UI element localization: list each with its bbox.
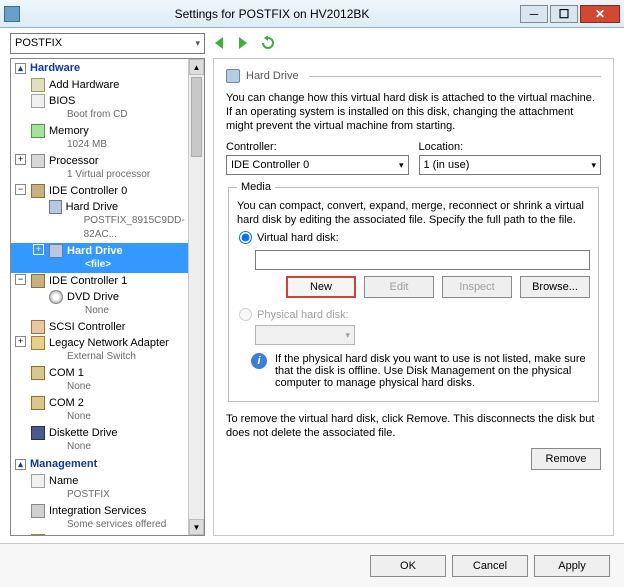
window-title: Settings for POSTFIX on HV2012BK (26, 7, 518, 21)
dialog-footer: OK Cancel Apply (0, 543, 624, 587)
radio-phys-input (239, 308, 252, 321)
tree-item-ide1[interactable]: −IDE Controller 1 (11, 273, 204, 289)
chevron-down-icon: ▾ (591, 160, 596, 171)
ok-button[interactable]: OK (370, 555, 446, 577)
tree-item-harddrive-1[interactable]: Hard DrivePOSTFIX_8915C9DD-82AC... (11, 199, 204, 243)
add-hardware-icon (31, 78, 45, 92)
category-hardware[interactable]: ▴Hardware (11, 59, 204, 77)
panel-title: Hard Drive (246, 70, 299, 82)
nav-forward-button[interactable] (235, 34, 253, 52)
tree-item-scsi[interactable]: SCSI Controller (11, 319, 204, 335)
remove-description: To remove the virtual hard disk, click R… (226, 412, 601, 440)
tree-item-name[interactable]: NamePOSTFIX (11, 473, 204, 503)
category-management[interactable]: ▴Management (11, 455, 204, 473)
dvd-icon (49, 290, 63, 304)
apply-button[interactable]: Apply (534, 555, 610, 577)
harddrive-icon (49, 200, 62, 214)
bios-icon (31, 94, 45, 108)
scsi-icon (31, 320, 45, 334)
ide-icon (31, 274, 45, 288)
scroll-up-button[interactable]: ▲ (189, 59, 204, 75)
vhd-path-input[interactable] (255, 250, 590, 270)
processor-icon (31, 154, 45, 168)
memory-icon (31, 124, 45, 138)
location-combo[interactable]: 1 (in use)▾ (419, 155, 602, 175)
tree-item-ide0[interactable]: −IDE Controller 0 (11, 183, 204, 199)
com-icon (31, 366, 45, 380)
physical-disk-combo: ▾ (255, 325, 355, 345)
titlebar: Settings for POSTFIX on HV2012BK ─ ☐ ✕ (0, 0, 624, 28)
tree-item-com2[interactable]: COM 2None (11, 395, 204, 425)
tree-item-bios[interactable]: BIOSBoot from CD (11, 93, 204, 123)
scroll-down-button[interactable]: ▼ (189, 519, 204, 535)
location-label: Location: (419, 141, 602, 153)
tree-item-dvd[interactable]: DVD DriveNone (11, 289, 204, 319)
physical-disk-info: i If the physical hard disk you want to … (251, 353, 590, 389)
folder-icon (31, 534, 45, 535)
controller-label: Controller: (226, 141, 409, 153)
tree-item-add-hardware[interactable]: Add Hardware (11, 77, 204, 93)
close-button[interactable]: ✕ (580, 5, 620, 23)
browse-button[interactable]: Browse... (520, 276, 590, 298)
radio-vhd-input[interactable] (239, 231, 252, 244)
info-text: If the physical hard disk you want to us… (275, 353, 590, 389)
diskette-icon (31, 426, 45, 440)
expand-icon[interactable]: + (33, 244, 44, 255)
app-icon (4, 6, 20, 22)
collapse-icon[interactable]: − (15, 274, 26, 285)
tree-item-com1[interactable]: COM 1None (11, 365, 204, 395)
edit-button: Edit (364, 276, 434, 298)
chevron-down-icon: ▾ (195, 38, 200, 49)
media-description: You can compact, convert, expand, merge,… (237, 199, 590, 227)
radio-phys-label: Physical hard disk: (257, 309, 349, 321)
services-icon (31, 504, 45, 518)
remove-button[interactable]: Remove (531, 448, 601, 470)
radio-physical-disk: Physical hard disk: (239, 308, 590, 321)
network-icon (31, 336, 45, 350)
inspect-button: Inspect (442, 276, 512, 298)
scroll-thumb[interactable] (191, 77, 202, 157)
harddrive-icon (49, 244, 63, 258)
tree-item-harddrive-2[interactable]: +Hard Drive<file> (11, 243, 204, 273)
top-toolbar: POSTFIX ▾ (0, 28, 624, 58)
new-button[interactable]: New (286, 276, 356, 298)
collapse-icon: ▴ (15, 459, 26, 470)
info-icon: i (251, 353, 267, 369)
media-legend: Media (237, 181, 275, 193)
tree-scrollbar[interactable]: ▲ ▼ (188, 59, 204, 535)
name-icon (31, 474, 45, 488)
radio-vhd-label: Virtual hard disk: (257, 232, 339, 244)
tree-item-processor[interactable]: +Processor1 Virtual processor (11, 153, 204, 183)
details-panel: Hard Drive You can change how this virtu… (213, 58, 614, 536)
refresh-button[interactable] (259, 34, 277, 52)
nav-back-button[interactable] (211, 34, 229, 52)
cancel-button[interactable]: Cancel (452, 555, 528, 577)
tree-item-checkpoint[interactable]: Checkpoint File LocationE:\VMs\POSTFIX\P… (11, 533, 204, 535)
chevron-down-icon: ▾ (399, 160, 404, 171)
panel-header: Hard Drive (226, 69, 601, 83)
expand-icon[interactable]: + (15, 336, 26, 347)
maximize-button[interactable]: ☐ (550, 5, 578, 23)
chevron-down-icon: ▾ (345, 330, 350, 341)
minimize-button[interactable]: ─ (520, 5, 548, 23)
media-fieldset: Media You can compact, convert, expand, … (228, 181, 599, 402)
radio-virtual-disk[interactable]: Virtual hard disk: (239, 231, 590, 244)
com-icon (31, 396, 45, 410)
settings-tree: ▴Hardware Add Hardware BIOSBoot from CD … (10, 58, 205, 536)
tree-item-integration[interactable]: Integration ServicesSome services offere… (11, 503, 204, 533)
panel-description: You can change how this virtual hard dis… (226, 91, 601, 133)
ide-icon (31, 184, 45, 198)
vm-selector[interactable]: POSTFIX ▾ (10, 33, 205, 54)
harddrive-icon (226, 69, 240, 83)
collapse-icon[interactable]: − (15, 184, 26, 195)
tree-item-network[interactable]: +Legacy Network AdapterExternal Switch (11, 335, 204, 365)
tree-item-diskette[interactable]: Diskette DriveNone (11, 425, 204, 455)
collapse-icon: ▴ (15, 63, 26, 74)
vm-selector-value: POSTFIX (15, 37, 62, 49)
expand-icon[interactable]: + (15, 154, 26, 165)
controller-combo[interactable]: IDE Controller 0▾ (226, 155, 409, 175)
tree-item-memory[interactable]: Memory1024 MB (11, 123, 204, 153)
